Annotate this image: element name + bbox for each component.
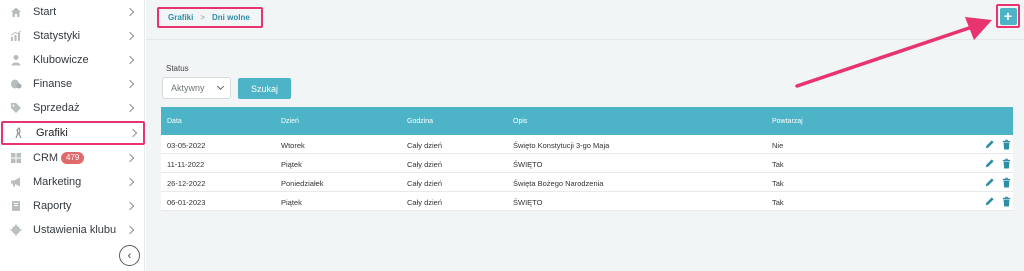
breadcrumb: Grafiki > Dni wolne	[157, 7, 263, 28]
table-row: 26-12-2022 Poniedziałek Cały dzień Święt…	[161, 173, 1013, 192]
table-header: Data Dzień Godzina Opis Powtarzaj	[161, 107, 1013, 135]
gear-icon	[10, 224, 22, 236]
sidebar-item-statystyki[interactable]: Statystyki	[0, 24, 145, 48]
cell-date: 06-01-2023	[167, 198, 206, 207]
main-content: Grafiki > Dni wolne + Status Aktywny Szu…	[146, 0, 1024, 271]
schedule-icon	[13, 127, 25, 139]
crm-count-badge: 479	[61, 152, 85, 164]
cell-date: 26-12-2022	[167, 179, 206, 188]
search-button[interactable]: Szukaj	[238, 78, 291, 99]
status-select[interactable]: Aktywny	[162, 77, 231, 99]
status-select-value: Aktywny	[171, 83, 205, 93]
cell-description: Święta Bożego Narodzenia	[513, 179, 604, 188]
cell-description: Święto Konstytucji 3-go Maja	[513, 141, 610, 150]
trash-icon[interactable]	[1000, 195, 1012, 207]
breadcrumb-parent[interactable]: Grafiki	[168, 13, 193, 22]
cell-day: Piątek	[281, 160, 302, 169]
edit-icon[interactable]	[983, 195, 995, 207]
trash-icon[interactable]	[1000, 157, 1012, 169]
home-icon	[10, 6, 22, 18]
sidebar-item-label: Raporty	[33, 200, 72, 212]
chevron-right-icon	[125, 201, 135, 211]
sidebar-item-raporty[interactable]: Raporty	[0, 194, 145, 218]
edit-icon[interactable]	[983, 157, 995, 169]
app-window: Start Statystyki Klubowicze Finanse Sprz…	[0, 0, 1024, 271]
tag-icon	[10, 102, 22, 114]
sidebar-item-label: Finanse	[33, 78, 73, 90]
table-row: 11-11-2022 Piątek Cały dzień ŚWIĘTO Tak	[161, 154, 1013, 173]
cell-repeat: Nie	[772, 141, 784, 150]
add-button-highlight: +	[996, 4, 1020, 28]
finance-icon	[10, 78, 22, 90]
report-icon	[10, 200, 22, 212]
trash-icon[interactable]	[1000, 138, 1012, 150]
sidebar-item-grafiki[interactable]: Grafiki	[1, 121, 145, 145]
chevron-right-icon	[125, 79, 135, 89]
sidebar: Start Statystyki Klubowicze Finanse Sprz…	[0, 0, 145, 271]
chevron-right-icon	[128, 128, 138, 138]
cell-time: Cały dzień	[407, 141, 443, 150]
stats-icon	[10, 30, 22, 42]
trash-icon[interactable]	[1000, 176, 1012, 188]
sidebar-item-label: Grafiki	[36, 127, 68, 139]
column-header-dzien[interactable]: Dzień	[281, 118, 299, 125]
cell-date: 03-05-2022	[167, 141, 206, 150]
column-header-opis[interactable]: Opis	[513, 118, 527, 125]
chevron-down-icon	[216, 82, 225, 91]
cell-time: Cały dzień	[407, 179, 443, 188]
column-header-powtarzaj[interactable]: Powtarzaj	[772, 118, 803, 125]
sidebar-item-label: Sprzedaż	[33, 102, 80, 114]
days-off-table: Data Dzień Godzina Opis Powtarzaj 03-05-…	[161, 107, 1013, 211]
chevron-right-icon	[125, 153, 135, 163]
top-bar: Grafiki > Dni wolne +	[146, 0, 1024, 40]
cell-date: 11-11-2022	[167, 160, 205, 169]
chevron-right-icon	[125, 55, 135, 65]
status-label: Status	[166, 64, 189, 73]
table-row: 06-01-2023 Piątek Cały dzień ŚWIĘTO Tak	[161, 192, 1013, 211]
cell-day: Wtorek	[281, 141, 305, 150]
edit-icon[interactable]	[983, 176, 995, 188]
sidebar-item-label: Ustawienia klubu	[33, 224, 117, 236]
cell-repeat: Tak	[772, 198, 784, 207]
cell-repeat: Tak	[772, 160, 784, 169]
edit-icon[interactable]	[983, 138, 995, 150]
sidebar-item-label: CRM	[33, 152, 59, 164]
chevron-right-icon	[125, 177, 135, 187]
chevron-right-icon	[125, 7, 135, 17]
add-button[interactable]: +	[999, 7, 1017, 25]
sidebar-item-sprzedaz[interactable]: Sprzedaż	[0, 96, 145, 120]
sidebar-item-finanse[interactable]: Finanse	[0, 72, 145, 96]
sidebar-item-marketing[interactable]: Marketing	[0, 170, 145, 194]
user-icon	[10, 54, 22, 66]
sidebar-item-start[interactable]: Start	[0, 0, 145, 24]
chevron-right-icon	[125, 103, 135, 113]
cell-time: Cały dzień	[407, 160, 443, 169]
sidebar-item-label: Klubowicze	[33, 54, 89, 66]
sidebar-item-label: Statystyki	[33, 30, 81, 42]
chevron-right-icon	[125, 225, 135, 235]
breadcrumb-separator: >	[200, 13, 206, 22]
collapse-sidebar-button[interactable]: ‹	[119, 245, 140, 266]
breadcrumb-current: Dni wolne	[212, 13, 250, 22]
cell-time: Cały dzień	[407, 198, 443, 207]
cell-repeat: Tak	[772, 179, 784, 188]
chevron-right-icon	[125, 31, 135, 41]
megaphone-icon	[10, 176, 22, 188]
crm-icon	[10, 152, 22, 164]
cell-day: Piątek	[281, 198, 302, 207]
sidebar-item-crm[interactable]: CRM 479	[0, 146, 145, 170]
column-header-godzina[interactable]: Godzina	[407, 118, 433, 125]
column-header-data[interactable]: Data	[167, 118, 182, 125]
cell-description: ŚWIĘTO	[513, 160, 543, 169]
sidebar-item-label: Start	[33, 6, 57, 18]
table-row: 03-05-2022 Wtorek Cały dzień Święto Kons…	[161, 135, 1013, 154]
sidebar-item-label: Marketing	[33, 176, 82, 188]
cell-description: ŚWIĘTO	[513, 198, 543, 207]
sidebar-item-ustawienia-klubu[interactable]: Ustawienia klubu	[0, 218, 145, 242]
cell-day: Poniedziałek	[281, 179, 324, 188]
sidebar-item-klubowicze[interactable]: Klubowicze	[0, 48, 145, 72]
